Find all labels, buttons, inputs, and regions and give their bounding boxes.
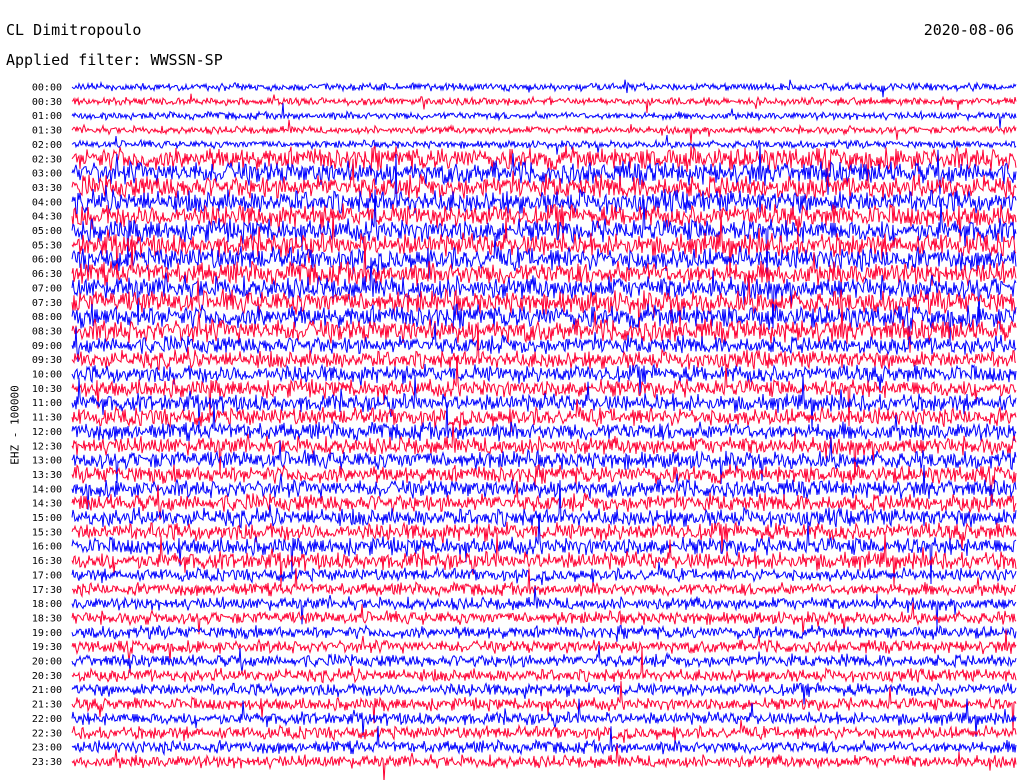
tick-label-1300: 13:00 [32,456,62,467]
tick-label-1500: 15:00 [32,513,62,524]
tick-label-0830: 08:30 [32,326,62,337]
trace-row-0130 [71,119,1017,144]
tick-label-1200: 12:00 [32,427,62,438]
tick-label-0430: 04:30 [32,212,62,223]
tick-label-1630: 16:30 [32,556,62,567]
tick-label-1000: 10:00 [32,370,62,381]
trace-row-0430 [71,203,1017,243]
y-axis-label: EHZ - 100000 [8,385,22,465]
tick-label-1430: 14:30 [32,499,62,510]
tick-label-0700: 07:00 [32,283,62,294]
tick-label-0730: 07:30 [32,298,62,309]
tick-label-1400: 14:00 [32,484,62,495]
tick-label-1230: 12:30 [32,441,62,452]
tick-label-2100: 21:00 [32,685,62,696]
tick-label-0130: 01:30 [32,126,62,137]
tick-label-0000: 00:00 [32,83,62,94]
trace-row-2030 [71,648,1017,684]
tick-label-2000: 20:00 [32,657,62,668]
tick-label-0230: 02:30 [32,154,62,165]
trace-row-0030 [71,93,1017,114]
tick-label-1600: 16:00 [32,542,62,553]
trace-row-0100 [71,103,1017,129]
tick-label-1930: 19:30 [32,642,62,653]
tick-label-2230: 22:30 [32,728,62,739]
tick-label-1530: 15:30 [32,527,62,538]
tick-label-2300: 23:00 [32,743,62,754]
tick-label-1800: 18:00 [32,599,62,610]
tick-label-1130: 11:30 [32,413,62,424]
tick-label-1730: 17:30 [32,585,62,596]
tick-label-2330: 23:30 [32,757,62,768]
tick-label-0030: 00:30 [32,97,62,108]
trace-row-1200 [71,401,1017,442]
tick-label-0300: 03:00 [32,169,62,180]
tick-label-0530: 05:30 [32,240,62,251]
tick-label-0200: 02:00 [32,140,62,151]
trace-row-1230 [71,422,1017,478]
tick-label-0330: 03:30 [32,183,62,194]
tick-label-1830: 18:30 [32,613,62,624]
tick-label-0930: 09:30 [32,355,62,366]
tick-label-0630: 06:30 [32,269,62,280]
tick-label-0100: 01:00 [32,111,62,122]
trace-row-0200 [71,135,1017,155]
tick-label-2200: 22:00 [32,714,62,725]
tick-label-2030: 20:30 [32,671,62,682]
seismogram-plot: 00:00 00:30 01:00 01:30 02:00 02:30 03:00 03:30… [32,79,1017,780]
tick-label-0800: 08:00 [32,312,62,323]
tick-label-1100: 11:00 [32,398,62,409]
tick-label-0500: 05:00 [32,226,62,237]
time-tick-labels: 00:00 00:30 01:00 01:30 02:00 02:30 03:00 03:30… [32,83,62,768]
tick-label-1030: 10:30 [32,384,62,395]
tick-label-1700: 17:00 [32,570,62,581]
trace-row-0000 [71,79,1017,98]
tick-label-0400: 04:00 [32,197,62,208]
tick-label-0600: 06:00 [32,255,62,266]
seismogram-traces [71,79,1017,780]
tick-label-1330: 13:30 [32,470,62,481]
trace-row-1900 [71,624,1017,642]
tick-label-0900: 09:00 [32,341,62,352]
trace-row-2230 [71,719,1017,744]
tick-label-1900: 19:00 [32,628,62,639]
tick-label-2130: 21:30 [32,700,62,711]
